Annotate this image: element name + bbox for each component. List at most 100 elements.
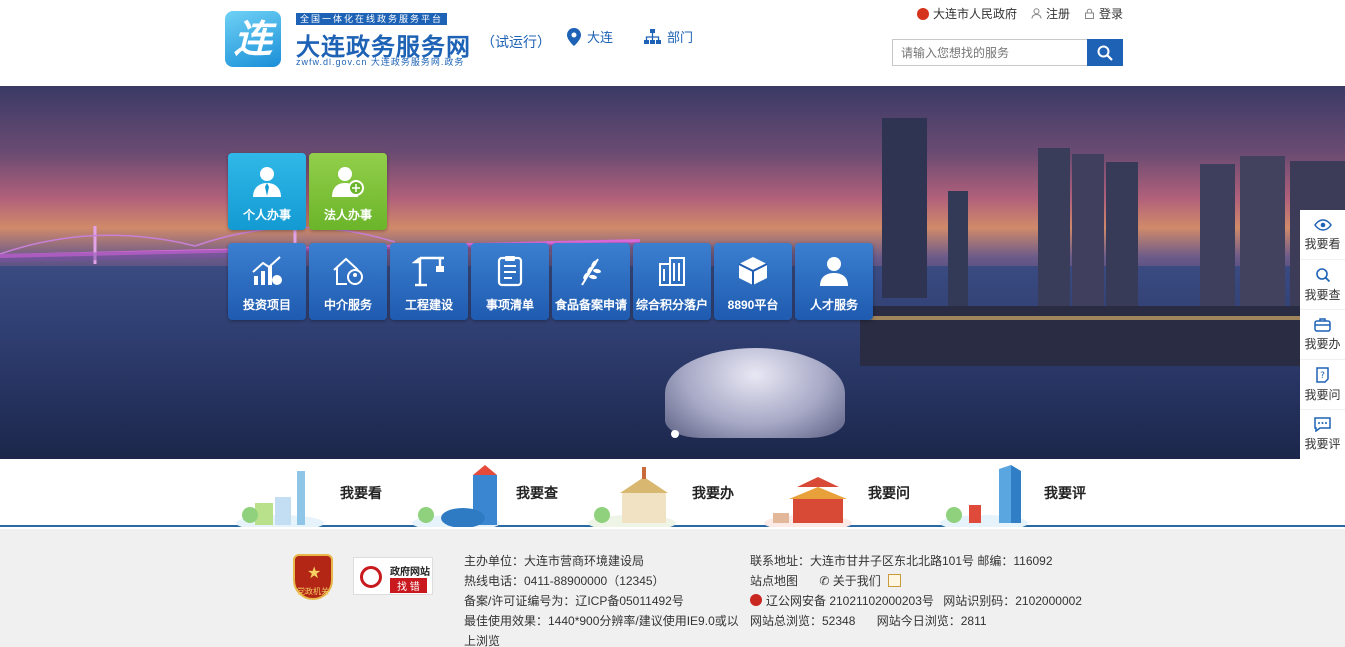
tile-agency[interactable]: 中介服务 <box>309 243 387 320</box>
site-header: 连 全国一体化在线政务服务平台 大连政务服务网 （试运行） zwfw.dl.go… <box>0 0 1345 86</box>
login-link[interactable]: 登录 <box>1084 5 1123 22</box>
tile-8890-label: 8890平台 <box>727 298 779 312</box>
pavilion-illustration-icon <box>764 477 852 527</box>
crane-icon <box>412 256 444 287</box>
quick-item-search[interactable]: 我要查 <box>411 459 587 527</box>
tile-agency-label: 中介服务 <box>323 298 372 312</box>
location-pin-icon <box>567 27 581 46</box>
stats-icon[interactable] <box>888 574 902 587</box>
building-icon <box>659 257 685 286</box>
sidebar-item-rate-label: 我要评 <box>1304 437 1341 451</box>
quick-item-search-label: 我要查 <box>516 485 558 501</box>
department-selector[interactable]: 部门 <box>644 27 693 46</box>
tile-legal-label: 法人办事 <box>323 208 372 222</box>
quick-item-rate-label: 我要评 <box>1044 485 1086 501</box>
tile-personal[interactable]: 个人办事 <box>228 153 306 230</box>
sidebar-item-search-label: 我要查 <box>1304 287 1341 302</box>
tile-8890[interactable]: 8890平台 <box>714 243 792 320</box>
tile-food-label: 食品备案申请 <box>554 298 627 312</box>
sidebar-item-do[interactable]: 我要办 <box>1300 310 1345 360</box>
party-gov-label: 党政机关 <box>297 587 329 596</box>
footer-best-view-cont: 上浏览 <box>464 634 501 647</box>
sidebar-item-view-label: 我要看 <box>1304 236 1341 251</box>
gov-link-label: 大连市人民政府 <box>932 7 1017 21</box>
tile-settle-label: 综合积分落户 <box>635 298 708 312</box>
org-chart-icon <box>644 28 661 44</box>
sitemap-link[interactable]: 站点地图 <box>750 574 798 588</box>
register-link[interactable]: 注册 <box>1031 5 1070 22</box>
register-label: 注册 <box>1045 7 1070 21</box>
person-scale-icon <box>332 167 364 197</box>
sidebar-item-rate[interactable]: 我要评 <box>1300 410 1345 460</box>
sidebar-item-view[interactable]: 我要看 <box>1300 210 1345 260</box>
about-link[interactable]: 关于我们 <box>833 574 881 588</box>
tile-settle[interactable]: 综合积分落户 <box>633 243 711 320</box>
quick-item-ask-label: 我要问 <box>868 485 910 501</box>
chart-icon <box>252 256 282 285</box>
department-label: 部门 <box>667 30 694 45</box>
skyscraper-illustration-icon <box>940 465 1028 527</box>
briefcase-icon <box>1314 318 1331 332</box>
site-footer: ★ 党政机关 政府网站 找 错 主办单位：大连市营商环境建设局 热线电话：041… <box>0 529 1345 647</box>
svg-text:?: ? <box>1320 371 1325 381</box>
quick-item-view-label: 我要看 <box>340 485 382 501</box>
carousel-dot[interactable] <box>671 430 679 438</box>
search-input[interactable] <box>892 39 1087 66</box>
tile-talent-label: 人才服务 <box>809 298 858 312</box>
footer-best-view: 最佳使用效果：1440*900分辨率/建议使用IE9.0或以 <box>464 614 739 628</box>
footer-icp[interactable]: 备案/许可证编号为：辽ICP备05011492号 <box>464 591 739 611</box>
footer-col-left: 主办单位：大连市营商环境建设局 热线电话：0411-88900000（12345… <box>464 551 739 647</box>
footer-hotline: 热线电话：0411-88900000（12345） <box>464 574 665 588</box>
location-label: 大连 <box>587 30 614 45</box>
tile-construction[interactable]: 工程建设 <box>390 243 468 320</box>
quick-item-ask[interactable]: 我要问 <box>763 459 939 527</box>
footer-col-right: 联系地址：大连市甘井子区东北北路101号 邮编：116092 站点地图 ✆ 关于… <box>750 551 1082 631</box>
quick-item-view[interactable]: 我要看 <box>235 459 411 527</box>
footer-links: 站点地图 ✆ 关于我们 <box>750 571 1082 591</box>
footer-host: 主办单位：大连市营商环境建设局 <box>464 554 645 568</box>
location-selector[interactable]: 大连 <box>567 27 613 46</box>
quick-item-do-label: 我要办 <box>692 485 734 501</box>
national-emblem-icon <box>916 7 929 20</box>
question-icon: ? <box>1316 366 1329 383</box>
tile-personal-label: 个人办事 <box>242 208 291 222</box>
gov-site-error-badge[interactable]: 政府网站 找 错 <box>353 557 433 595</box>
logo-tagline: 全国一体化在线政务服务平台 <box>296 13 448 25</box>
footer-police: 辽公网安备 21021102000203号 网站识别码：2102000002 <box>750 591 1082 611</box>
home-person-icon <box>333 257 363 285</box>
tile-list[interactable]: 事项清单 <box>471 243 549 320</box>
tile-invest-label: 投资项目 <box>242 298 291 312</box>
tile-construction-label: 工程建设 <box>404 298 453 312</box>
banner-city <box>860 118 1345 366</box>
police-badge-icon <box>750 594 762 606</box>
government-building-icon <box>588 467 676 527</box>
site-domain: zwfw.dl.gov.cn 大连政务服务网.政务 <box>296 57 465 67</box>
user-icon <box>1031 8 1042 19</box>
search-icon <box>1097 45 1113 61</box>
phone-icon: ✆ <box>819 574 830 588</box>
quick-item-rate[interactable]: 我要评 <box>939 459 1115 527</box>
sidebar-item-ask-label: 我要问 <box>1304 387 1341 402</box>
sidebar-item-do-label: 我要办 <box>1304 337 1341 351</box>
sidebar-item-ask[interactable]: ? 我要问 <box>1300 360 1345 410</box>
top-links: 大连市人民政府 注册 登录 <box>916 5 1123 22</box>
magnifier-icon <box>360 566 382 588</box>
gov-err-subtitle: 找 错 <box>390 578 427 593</box>
tile-food[interactable]: 食品备案申请 <box>552 243 630 320</box>
eye-icon <box>1313 218 1332 231</box>
tower-illustration-icon <box>412 465 500 527</box>
police-record[interactable]: 辽公网安备 21021102000203号 <box>766 594 934 608</box>
tile-talent[interactable]: 人才服务 <box>795 243 873 320</box>
tile-legal[interactable]: 法人办事 <box>309 153 387 230</box>
sidebar-item-search[interactable]: 我要查 <box>1300 260 1345 310</box>
party-gov-badge[interactable]: ★ 党政机关 <box>293 554 333 600</box>
site-logo[interactable]: 连 <box>225 11 281 67</box>
gov-link[interactable]: 大连市人民政府 <box>916 5 1017 22</box>
floating-sidebar: 我要看 我要查 我要办 ? 我要问 我要评 收起 <box>1300 210 1345 484</box>
quick-item-do[interactable]: 我要办 <box>587 459 763 527</box>
tile-invest[interactable]: 投资项目 <box>228 243 306 320</box>
gov-err-title: 政府网站 <box>390 567 430 578</box>
clipboard-icon <box>497 256 523 287</box>
star-icon: ★ <box>307 565 322 582</box>
search-button[interactable] <box>1087 39 1123 66</box>
